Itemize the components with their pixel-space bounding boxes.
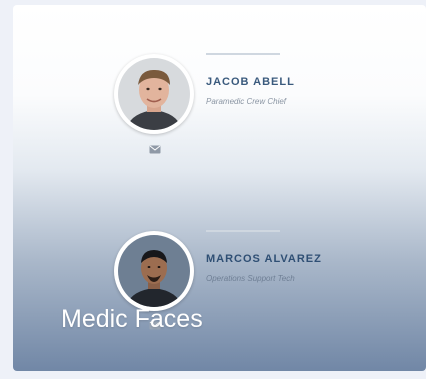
team-card[interactable]: JACOB ABELL Paramedic Crew Chief MARCOS … xyxy=(13,5,426,371)
member-role: Paramedic Crew Chief xyxy=(206,97,287,106)
card-title: Medic Faces xyxy=(61,305,203,333)
team-member-jacob-abell: JACOB ABELL Paramedic Crew Chief xyxy=(13,51,426,154)
member-name: JACOB ABELL xyxy=(206,76,295,88)
member-role: Operations Support Tech xyxy=(206,274,295,283)
member-name: MARCOS ALVAREZ xyxy=(206,253,322,265)
avatar-frame xyxy=(114,54,194,134)
mail-icon[interactable] xyxy=(149,145,161,154)
avatar-jacob-abell xyxy=(118,58,190,130)
avatar-marcos-alvarez xyxy=(118,235,190,307)
avatar-frame xyxy=(114,231,194,311)
name-divider xyxy=(206,230,280,232)
name-divider xyxy=(206,53,280,55)
